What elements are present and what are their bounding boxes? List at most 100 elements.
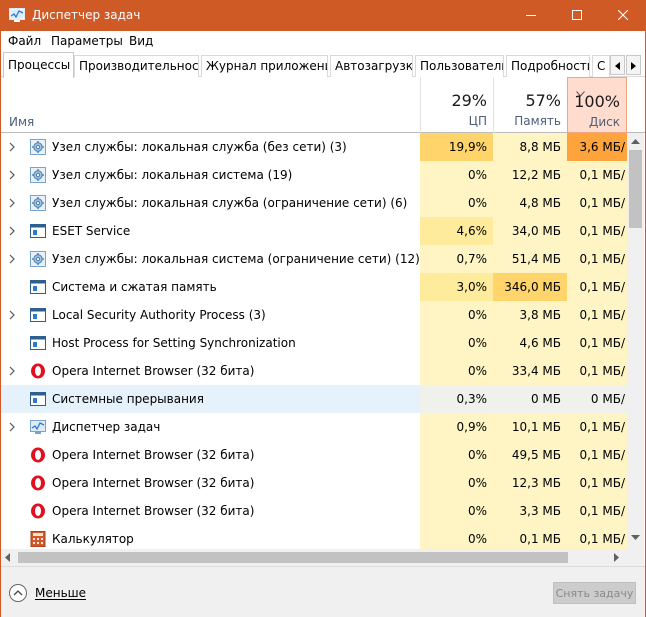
process-row[interactable]: Opera Internet Browser (32 бита) 0% 33,4 М…: [0, 357, 627, 385]
vertical-scroll-thumb[interactable]: [629, 150, 642, 228]
process-row[interactable]: Система и сжатая память 3,0% 346,0 МБ 0,1 М…: [0, 273, 627, 301]
calculator-icon: [30, 531, 46, 547]
memory-cell: 346,0 МБ: [493, 273, 567, 301]
column-header: Имя 29% ЦП 57% Память 100% Диск: [0, 77, 646, 133]
disk-cell: 0,1 МБ/: [567, 525, 627, 549]
triangle-left-icon: [615, 62, 620, 70]
maximize-button[interactable]: [554, 0, 600, 31]
disk-cell: 0,1 МБ/: [567, 273, 627, 301]
process-row[interactable]: Системные прерывания 0,3% 0 МБ 0 МБ/: [0, 385, 627, 413]
cpu-cell: 0%: [420, 525, 493, 549]
gear-icon: [30, 251, 46, 267]
close-icon: [618, 10, 628, 20]
opera-icon: [30, 475, 46, 491]
horizontal-scrollbar[interactable]: [0, 549, 627, 566]
process-name: Диспетчер задач: [52, 420, 161, 434]
column-name-header[interactable]: Имя: [9, 115, 34, 129]
fewer-details-link[interactable]: Меньше: [35, 586, 86, 600]
process-name: Узел службы: локальная система (ограниче…: [52, 252, 420, 266]
cpu-cell: 0%: [420, 189, 493, 217]
chevron-up-icon[interactable]: [9, 584, 27, 602]
tab-scroll-right-button[interactable]: [626, 55, 641, 75]
chevron-right-icon[interactable]: [9, 198, 15, 208]
scroll-down-icon[interactable]: [631, 535, 640, 540]
process-row[interactable]: Узел службы: локальная система (19) 0% 12,…: [0, 161, 627, 189]
disk-cell: 0,1 МБ/: [567, 189, 627, 217]
tab-processes[interactable]: Процессы: [3, 52, 74, 78]
disk-total-percent: 100%: [574, 92, 620, 111]
window-icon: [30, 223, 46, 239]
footer: Меньше Снять задачу: [0, 566, 646, 617]
memory-cell: 12,3 МБ: [493, 469, 567, 497]
process-name: Узел службы: локальная служба (без сети)…: [52, 140, 347, 154]
memory-cell: 10,1 МБ: [493, 413, 567, 441]
tab-performance[interactable]: Производительность: [74, 55, 199, 77]
chevron-right-icon[interactable]: [9, 142, 15, 152]
memory-cell: 12,2 МБ: [493, 161, 567, 189]
vertical-scrollbar[interactable]: [627, 133, 644, 549]
process-row[interactable]: Диспетчер задач 0,9% 10,1 МБ 0,1 МБ/: [0, 413, 627, 441]
gear-icon: [30, 195, 46, 211]
process-name: ESET Service: [52, 224, 131, 238]
close-button[interactable]: [600, 0, 646, 31]
cpu-cell: 0%: [420, 441, 493, 469]
process-name: Opera Internet Browser (32 бита): [52, 504, 255, 518]
disk-cell: 0,1 МБ/: [567, 357, 627, 385]
cpu-total-percent: 29%: [451, 91, 487, 110]
memory-cell: 49,5 МБ: [493, 441, 567, 469]
cpu-label: ЦП: [468, 114, 487, 128]
process-row[interactable]: ESET Service 4,6% 34,0 МБ 0,1 МБ/: [0, 217, 627, 245]
process-row[interactable]: Host Process for Setting Synchronization…: [0, 329, 627, 357]
process-name: Калькулятор: [52, 532, 134, 546]
tab-strip: Процессы Производительность Журнал прило…: [0, 52, 646, 78]
column-disk-header[interactable]: 100% Диск: [567, 77, 627, 133]
tab-services[interactable]: С: [592, 55, 610, 77]
memory-total-percent: 57%: [525, 91, 561, 110]
minimize-icon: [526, 15, 536, 16]
window-title: Диспетчер задач: [32, 8, 141, 22]
menu-options[interactable]: Параметры: [51, 34, 123, 48]
memory-cell: 33,4 МБ: [493, 357, 567, 385]
end-task-button[interactable]: Снять задачу: [553, 582, 636, 604]
chevron-right-icon[interactable]: [9, 170, 15, 180]
menu-view[interactable]: Вид: [129, 34, 153, 48]
scroll-right-icon[interactable]: [614, 553, 619, 562]
memory-label: Память: [514, 114, 561, 128]
chevron-right-icon[interactable]: [9, 422, 15, 432]
tab-startup[interactable]: Автозагрузка: [330, 55, 413, 77]
chevron-right-icon[interactable]: [9, 310, 15, 320]
process-row[interactable]: Opera Internet Browser (32 бита) 0% 3,3 МБ…: [0, 497, 627, 525]
scroll-up-icon[interactable]: [631, 139, 640, 144]
window-icon: [30, 279, 46, 295]
process-name: Opera Internet Browser (32 бита): [52, 448, 255, 462]
memory-cell: 3,3 МБ: [493, 497, 567, 525]
process-row[interactable]: Opera Internet Browser (32 бита) 0% 12,3 М…: [0, 469, 627, 497]
process-row[interactable]: Узел службы: локальная система (ограниче…: [0, 245, 627, 273]
horizontal-scroll-thumb[interactable]: [18, 552, 568, 563]
chevron-right-icon[interactable]: [9, 226, 15, 236]
menu-file[interactable]: Файл: [8, 34, 41, 48]
disk-cell: 3,6 МБ/: [567, 133, 627, 161]
tab-app-history[interactable]: Журнал приложений: [201, 55, 328, 77]
process-row[interactable]: Узел службы: локальная служба (ограничен…: [0, 189, 627, 217]
minimize-button[interactable]: [508, 0, 554, 31]
column-memory-header[interactable]: 57% Память: [493, 77, 567, 133]
process-name: Узел службы: локальная система (19): [52, 168, 293, 182]
tab-users[interactable]: Пользователи: [415, 55, 504, 77]
chevron-right-icon[interactable]: [9, 254, 15, 264]
scroll-left-icon[interactable]: [5, 553, 10, 562]
scrollbar-corner: [627, 549, 644, 566]
process-row[interactable]: Узел службы: локальная служба (без сети)…: [0, 133, 627, 161]
process-name: Opera Internet Browser (32 бита): [52, 476, 255, 490]
tab-scroll-left-button[interactable]: [610, 55, 625, 75]
process-row[interactable]: Калькулятор 0% 0,1 МБ 0,1 МБ/: [0, 525, 627, 549]
disk-cell: 0,1 МБ/: [567, 161, 627, 189]
column-cpu-header[interactable]: 29% ЦП: [420, 77, 493, 133]
disk-cell: 0,1 МБ/: [567, 469, 627, 497]
chevron-right-icon[interactable]: [9, 366, 15, 376]
process-row[interactable]: Opera Internet Browser (32 бита) 0% 49,5 М…: [0, 441, 627, 469]
disk-cell: 0,1 МБ/: [567, 413, 627, 441]
tab-details[interactable]: Подробности: [506, 55, 590, 77]
process-row[interactable]: Local Security Authority Process (3) 0% 3,…: [0, 301, 627, 329]
process-name: Системные прерывания: [52, 392, 204, 406]
